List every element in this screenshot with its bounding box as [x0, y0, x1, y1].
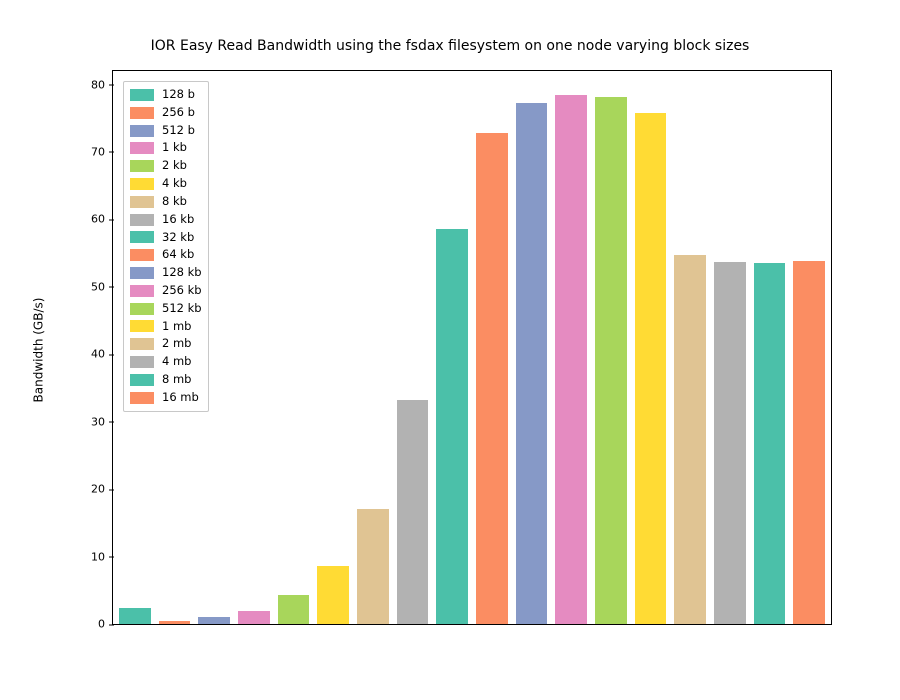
y-tick: 40 — [65, 348, 113, 361]
axes: 128 b256 b512 b1 kb2 kb4 kb8 kb16 kb32 k… — [112, 70, 832, 625]
legend-swatch — [130, 267, 154, 279]
legend-label: 1 mb — [162, 318, 191, 336]
legend-item: 2 kb — [130, 157, 202, 175]
legend-swatch — [130, 196, 154, 208]
legend-item: 128 b — [130, 86, 202, 104]
y-tick: 70 — [65, 145, 113, 158]
legend-item: 512 b — [130, 122, 202, 140]
y-tick: 20 — [65, 483, 113, 496]
bar — [754, 263, 786, 624]
legend-swatch — [130, 214, 154, 226]
legend-label: 4 kb — [162, 175, 187, 193]
bar — [635, 113, 667, 624]
legend-label: 8 kb — [162, 193, 187, 211]
legend-label: 4 mb — [162, 353, 191, 371]
legend-label: 128 kb — [162, 264, 202, 282]
legend-swatch — [130, 231, 154, 243]
plot-area — [113, 71, 831, 624]
y-tick: 80 — [65, 78, 113, 91]
legend-swatch — [130, 320, 154, 332]
bar — [357, 509, 389, 624]
legend-item: 256 kb — [130, 282, 202, 300]
legend-label: 256 kb — [162, 282, 202, 300]
legend-label: 2 mb — [162, 335, 191, 353]
legend-label: 2 kb — [162, 157, 187, 175]
chart-title: IOR Easy Read Bandwidth using the fsdax … — [0, 38, 900, 54]
legend-label: 512 kb — [162, 300, 202, 318]
y-tick: 50 — [65, 280, 113, 293]
legend-swatch — [130, 374, 154, 386]
bar — [198, 617, 230, 624]
bar — [555, 95, 587, 624]
legend-label: 512 b — [162, 122, 195, 140]
legend-label: 32 kb — [162, 229, 194, 247]
legend-swatch — [130, 125, 154, 137]
legend-swatch — [130, 356, 154, 368]
legend-swatch — [130, 249, 154, 261]
y-axis-label: Bandwidth (GB/s) — [31, 298, 45, 403]
bar — [793, 261, 825, 624]
bar — [278, 595, 310, 624]
y-tick: 60 — [65, 213, 113, 226]
legend-item: 32 kb — [130, 229, 202, 247]
legend-swatch — [130, 107, 154, 119]
legend-item: 1 mb — [130, 318, 202, 336]
legend-label: 256 b — [162, 104, 195, 122]
legend-item: 4 kb — [130, 175, 202, 193]
bar — [595, 97, 627, 624]
bar — [317, 566, 349, 624]
bar — [476, 133, 508, 624]
legend-swatch — [130, 89, 154, 101]
legend-swatch — [130, 285, 154, 297]
legend-swatch — [130, 142, 154, 154]
y-tick: 30 — [65, 415, 113, 428]
legend-item: 16 kb — [130, 211, 202, 229]
bar — [436, 229, 468, 624]
legend-label: 8 mb — [162, 371, 191, 389]
bar — [516, 103, 548, 624]
bar — [397, 400, 429, 624]
legend: 128 b256 b512 b1 kb2 kb4 kb8 kb16 kb32 k… — [123, 81, 209, 412]
legend-swatch — [130, 392, 154, 404]
bar — [714, 262, 746, 624]
legend-item: 1 kb — [130, 139, 202, 157]
legend-item: 2 mb — [130, 335, 202, 353]
legend-item: 256 b — [130, 104, 202, 122]
legend-item: 8 kb — [130, 193, 202, 211]
legend-item: 16 mb — [130, 389, 202, 407]
legend-item: 8 mb — [130, 371, 202, 389]
y-tick: 10 — [65, 550, 113, 563]
legend-label: 64 kb — [162, 246, 194, 264]
legend-swatch — [130, 338, 154, 350]
legend-label: 128 b — [162, 86, 195, 104]
legend-swatch — [130, 303, 154, 315]
legend-item: 64 kb — [130, 246, 202, 264]
legend-item: 4 mb — [130, 353, 202, 371]
legend-item: 128 kb — [130, 264, 202, 282]
legend-label: 16 kb — [162, 211, 194, 229]
figure: IOR Easy Read Bandwidth using the fsdax … — [0, 0, 900, 700]
legend-label: 1 kb — [162, 139, 187, 157]
legend-swatch — [130, 178, 154, 190]
y-axis-label-container: Bandwidth (GB/s) — [28, 0, 48, 700]
bar — [238, 611, 270, 624]
bar — [159, 621, 191, 624]
legend-item: 512 kb — [130, 300, 202, 318]
y-tick: 0 — [65, 618, 113, 631]
legend-swatch — [130, 160, 154, 172]
bar — [674, 255, 706, 624]
legend-label: 16 mb — [162, 389, 199, 407]
bar — [119, 608, 151, 624]
